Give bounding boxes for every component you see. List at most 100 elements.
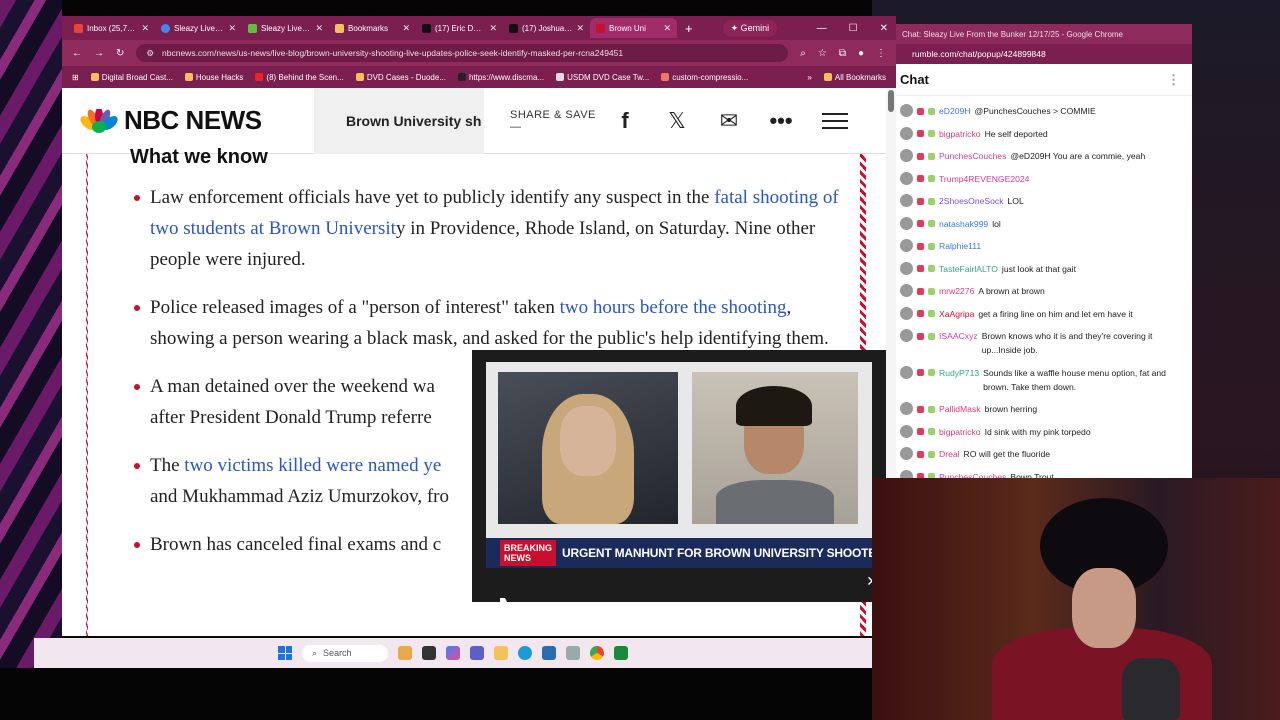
bookmark-item[interactable]: USDM DVD Case Tw...	[556, 73, 649, 82]
tab-joshua[interactable]: (17) Joshua Ha ✕	[503, 18, 590, 38]
chat-username[interactable]: Dreal	[939, 447, 960, 461]
close-icon[interactable]: ✕	[141, 23, 149, 34]
avatar[interactable]	[900, 104, 913, 117]
bookmark-item[interactable]: custom-compressio...	[661, 73, 748, 82]
chat-username[interactable]: eD209H	[939, 104, 971, 118]
close-icon[interactable]: ✕	[228, 23, 236, 34]
maximize-icon[interactable]: ☐	[849, 23, 858, 34]
chat-username[interactable]: RudyP713	[939, 366, 979, 380]
avatar[interactable]	[900, 424, 913, 438]
hamburger-menu-icon[interactable]	[822, 108, 848, 134]
close-icon[interactable]: ✕	[489, 23, 497, 34]
chrome-icon[interactable]	[590, 646, 604, 660]
chat-message: eD209H @PunchesCouches > COMMIE	[900, 104, 1186, 118]
zoom-icon[interactable]: ⌕	[800, 48, 806, 59]
chat-username[interactable]: PallidMask	[939, 402, 981, 416]
nbc-logo[interactable]: NBC NEWS	[62, 88, 314, 154]
close-icon[interactable]: ✕	[880, 23, 888, 34]
x-share-icon[interactable]: 𝕏	[664, 108, 690, 134]
all-bookmarks[interactable]: All Bookmarks	[823, 73, 886, 82]
taskbar-search[interactable]: ⌕ Search	[302, 644, 388, 662]
bookmark-item[interactable]: DVD Cases - Duode...	[355, 73, 446, 82]
avatar[interactable]	[900, 447, 913, 460]
avatar[interactable]	[900, 261, 913, 275]
avatar[interactable]	[900, 306, 913, 320]
chat-username[interactable]: 2ShoesOneSock	[939, 194, 1004, 208]
avatar[interactable]	[900, 239, 913, 252]
badge-icon	[928, 152, 935, 160]
chat-title: Chat	[900, 72, 929, 87]
app-icon[interactable]	[614, 646, 628, 660]
edge-icon[interactable]	[518, 646, 532, 660]
close-icon[interactable]: ✕	[402, 23, 410, 34]
avatar[interactable]	[900, 469, 913, 478]
article-link[interactable]: two hours before the shooting	[560, 297, 787, 318]
bookmark-item[interactable]: (8) Behind the Scen...	[255, 73, 344, 82]
tab-eric[interactable]: (17) Eric Daug ✕	[416, 18, 503, 38]
chat-username[interactable]: TasteFairlALTO	[939, 262, 998, 276]
avatar[interactable]	[900, 402, 913, 415]
copilot-icon[interactable]	[446, 646, 460, 660]
avatar[interactable]	[900, 216, 913, 230]
reload-icon[interactable]: ↻	[116, 48, 124, 59]
avatar[interactable]	[900, 329, 913, 342]
email-icon[interactable]: ✉	[716, 108, 742, 134]
menu-dots-icon[interactable]: ⋮	[876, 48, 886, 59]
x-icon	[509, 23, 518, 33]
chat-username[interactable]: Ralphie111	[939, 239, 981, 253]
chat-username[interactable]: mrw2276	[939, 284, 974, 298]
extensions-icon[interactable]: ⧉	[839, 48, 846, 59]
avatar[interactable]	[900, 284, 913, 297]
task-view-icon[interactable]	[422, 646, 436, 660]
avatar[interactable]	[900, 194, 913, 207]
floating-video-player[interactable]: BREAKING NEWS URGENT MANHUNT FOR BROWN U…	[472, 350, 903, 602]
forward-icon[interactable]: →	[94, 48, 104, 59]
bookmark-item[interactable]: House Hacks	[184, 72, 244, 82]
chat-username[interactable]: XaAgripa	[939, 307, 974, 321]
back-icon[interactable]: ←	[72, 48, 82, 59]
apps-grid-icon[interactable]: ⊞	[72, 73, 79, 82]
bookmark-star-icon[interactable]: ☆	[818, 48, 827, 59]
chat-username[interactable]: PunchesCouches	[939, 149, 1006, 163]
chat-username[interactable]: bigpatricko	[939, 425, 981, 439]
site-info-icon[interactable]: ⚙	[146, 48, 154, 59]
chat-username[interactable]: bigpatricko	[939, 127, 981, 141]
url-field[interactable]: ⚙ nbcnews.com/news/us-news/live-blog/brow…	[136, 44, 789, 62]
profile-icon[interactable]: ●	[858, 48, 864, 59]
start-button-icon[interactable]	[278, 646, 292, 660]
avatar[interactable]	[900, 126, 913, 140]
file-explorer-icon[interactable]	[494, 646, 508, 660]
minimize-icon[interactable]: —	[817, 23, 827, 34]
tab-bookmarks[interactable]: Bookmarks ✕	[329, 18, 416, 38]
avatar[interactable]	[900, 171, 913, 185]
chat-username[interactable]: ISAACxyz	[939, 329, 978, 343]
widgets-icon[interactable]	[398, 646, 412, 660]
scrollbar-thumb[interactable]	[888, 90, 894, 112]
chat-username[interactable]: natashak999	[939, 217, 988, 231]
teams-icon[interactable]	[470, 646, 484, 660]
new-tab-button[interactable]: +	[677, 21, 701, 36]
settings-icon[interactable]	[566, 646, 580, 660]
store-icon[interactable]	[542, 646, 556, 660]
close-icon[interactable]: ✕	[663, 23, 671, 34]
chat-username[interactable]: Trump4REVENGE2024	[939, 172, 1029, 186]
facebook-icon[interactable]: f	[612, 108, 638, 134]
bookmark-item[interactable]: https://www.discma...	[457, 73, 544, 82]
article-link[interactable]: two victims killed were named ye	[184, 455, 441, 476]
close-icon[interactable]: ✕	[315, 23, 323, 34]
tab-inbox[interactable]: Inbox (25,722) ✕	[68, 18, 155, 38]
bookmark-item[interactable]: Digital Broad Cast...	[90, 73, 173, 82]
tab-sleazy-1[interactable]: Sleazy Live fro ✕	[155, 18, 242, 38]
avatar[interactable]	[900, 149, 913, 162]
more-icon[interactable]: ⋮	[1167, 72, 1180, 88]
chat-username[interactable]: PunchesCouches	[939, 470, 1006, 479]
link-icon	[661, 73, 670, 81]
avatar[interactable]	[900, 365, 913, 379]
more-icon[interactable]: •••	[768, 108, 794, 134]
bookmark-label: House Hacks	[195, 72, 244, 82]
gemini-button[interactable]: ✦ Gemini	[722, 19, 778, 37]
more-bookmarks-icon[interactable]: »	[807, 73, 811, 82]
close-icon[interactable]: ✕	[576, 23, 584, 34]
tab-sleazy-2[interactable]: Sleazy Live Fro ✕	[242, 18, 329, 38]
tab-brown-university[interactable]: Brown Uni ✕	[590, 18, 677, 38]
